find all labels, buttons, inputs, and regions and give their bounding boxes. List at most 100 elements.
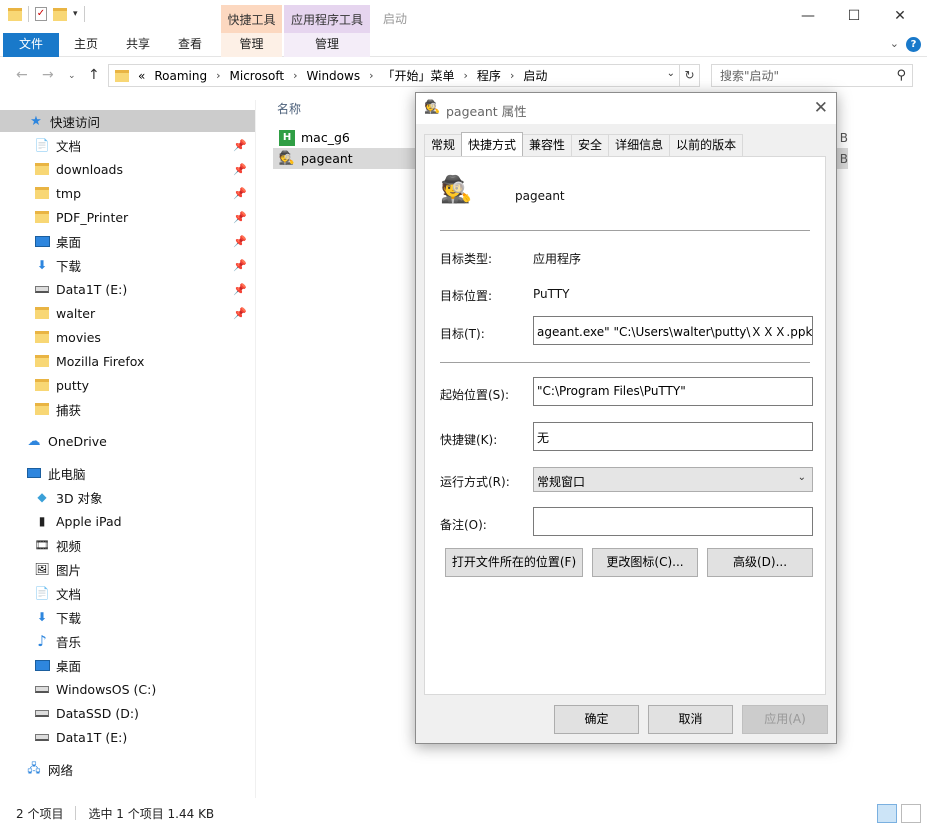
new-folder-icon[interactable] xyxy=(53,7,67,21)
pin-icon[interactable]: 📌 xyxy=(233,139,247,152)
tab-manage-app[interactable]: 管理 xyxy=(284,33,370,57)
collapse-ribbon-icon[interactable]: ⌄ xyxy=(890,37,899,50)
recent-locations-icon[interactable]: ⌄ xyxy=(68,71,76,81)
cancel-button[interactable]: 取消 xyxy=(648,705,733,734)
pin-icon[interactable]: 📌 xyxy=(233,187,247,200)
tab-manage-shortcut[interactable]: 管理 xyxy=(221,33,282,57)
search-icon[interactable]: ⚲ xyxy=(896,68,906,83)
nav-item-pinned[interactable]: ⬇ 下载 📌 xyxy=(34,254,255,276)
pin-icon[interactable]: 📌 xyxy=(233,235,247,248)
tab-share[interactable]: 共享 xyxy=(116,33,160,57)
pin-icon[interactable]: 📌 xyxy=(233,283,247,296)
forward-icon[interactable]: → xyxy=(42,67,54,83)
close-button[interactable]: ✕ xyxy=(877,0,923,32)
dialog-close-icon[interactable]: ✕ xyxy=(814,98,828,118)
maximize-button[interactable]: ☐ xyxy=(831,0,877,32)
breadcrumb-item[interactable]: 启动 xyxy=(523,67,547,84)
apply-button[interactable]: 应用(A) xyxy=(742,705,828,734)
nav-item-pc[interactable]: 桌面 xyxy=(34,654,255,676)
hotkey-field[interactable]: 无 xyxy=(533,422,813,451)
nav-item-pinned[interactable]: 📄 文档 📌 xyxy=(34,134,255,156)
large-icons-view-icon[interactable] xyxy=(901,804,921,823)
nav-item-pinned[interactable]: tmp 📌 xyxy=(34,182,255,204)
tab-shortcut[interactable]: 快捷方式 xyxy=(461,132,524,156)
tab-general[interactable]: 常规 xyxy=(424,134,463,156)
run-select[interactable]: 常规窗口 ⌄ xyxy=(533,467,813,492)
download-icon: ⬇ xyxy=(36,258,48,272)
search-placeholder: 搜索"启动" xyxy=(720,69,780,83)
pin-icon[interactable]: 📌 xyxy=(233,163,247,176)
up-icon[interactable]: ↑ xyxy=(88,67,100,83)
properties-icon[interactable]: ✓ xyxy=(35,7,47,21)
address-dropdown-icon[interactable]: ⌄ xyxy=(667,68,675,79)
tab-file[interactable]: 文件 xyxy=(3,33,59,57)
folder-icon[interactable] xyxy=(8,7,22,21)
customize-toolbar-icon[interactable]: ▾ xyxy=(73,9,78,19)
nav-item-pinned[interactable]: walter 📌 xyxy=(34,302,255,324)
ok-button[interactable]: 确定 xyxy=(554,705,639,734)
nav-item-pinned[interactable]: PDF_Printer 📌 xyxy=(34,206,255,228)
nav-item-pc[interactable]: ◆ 3D 对象 xyxy=(34,486,255,508)
nav-item-pc[interactable]: ⬇ 下载 xyxy=(34,606,255,628)
open-file-location-button[interactable]: 打开文件所在的位置(F) xyxy=(445,548,583,577)
pin-icon[interactable]: 📌 xyxy=(233,259,247,272)
comment-field[interactable] xyxy=(533,507,813,536)
search-input[interactable]: 搜索"启动" ⚲ xyxy=(711,64,913,87)
minimize-button[interactable]: — xyxy=(785,0,831,32)
nav-network[interactable]: 🖧 网络 xyxy=(26,758,73,780)
nav-item-pc[interactable]: ▮ Apple iPad xyxy=(34,510,255,532)
nav-item-pc[interactable]: ♪ 音乐 xyxy=(34,630,255,652)
address-row: ← → ⌄ ↑ « Roaming › Microsoft › Windows … xyxy=(0,57,927,93)
nav-item-pc[interactable]: 📄 文档 xyxy=(34,582,255,604)
breadcrumb-item[interactable]: Roaming xyxy=(154,69,207,83)
nav-item-pc[interactable]: DataSSD (D:) xyxy=(34,702,255,724)
breadcrumb-item[interactable]: 「开始」菜单 xyxy=(383,67,455,84)
breadcrumb-separator-icon[interactable]: › xyxy=(216,69,220,82)
tab-compatibility[interactable]: 兼容性 xyxy=(522,134,573,156)
pin-icon[interactable]: 📌 xyxy=(233,211,247,224)
tab-previous-versions[interactable]: 以前的版本 xyxy=(669,134,744,156)
breadcrumb-separator-icon[interactable]: › xyxy=(464,69,468,82)
nav-item-recent[interactable]: movies xyxy=(34,326,255,348)
breadcrumb-separator-icon[interactable]: › xyxy=(510,69,514,82)
nav-item-pinned[interactable]: 桌面 📌 xyxy=(34,230,255,252)
nav-item-pc[interactable]: Data1T (E:) xyxy=(34,726,255,748)
nav-label: 桌面 xyxy=(56,234,82,250)
change-icon-button[interactable]: 更改图标(C)... xyxy=(592,548,698,577)
nav-item-pc[interactable]: 🖼 图片 xyxy=(34,558,255,580)
nav-item-pinned[interactable]: downloads 📌 xyxy=(34,158,255,180)
column-header-name[interactable]: 名称 xyxy=(277,100,301,117)
comment-label: 备注(O): xyxy=(440,518,487,532)
breadcrumb-overflow[interactable]: « xyxy=(138,69,145,83)
address-bar[interactable]: « Roaming › Microsoft › Windows › 「开始」菜单… xyxy=(108,64,700,87)
tab-details[interactable]: 详细信息 xyxy=(608,134,671,156)
nav-item-recent[interactable]: Mozilla Firefox xyxy=(34,350,255,372)
nav-item-pc[interactable]: WindowsOS (C:) xyxy=(34,678,255,700)
tab-security[interactable]: 安全 xyxy=(571,134,610,156)
nav-item-recent[interactable]: putty xyxy=(34,374,255,396)
breadcrumb-item[interactable]: Windows xyxy=(307,69,361,83)
breadcrumb-item[interactable]: 程序 xyxy=(477,67,501,84)
details-view-icon[interactable] xyxy=(877,804,897,823)
help-icon[interactable]: ? xyxy=(906,37,921,52)
nav-label: 音乐 xyxy=(56,634,82,650)
nav-item-pc[interactable]: 🎞 视频 xyxy=(34,534,255,556)
refresh-icon[interactable]: ↻ xyxy=(679,65,699,86)
start-in-field[interactable]: "C:\Program Files\PuTTY" xyxy=(533,377,813,406)
breadcrumb-item[interactable]: Microsoft xyxy=(230,69,285,83)
tab-view[interactable]: 查看 xyxy=(168,33,212,57)
nav-this-pc[interactable]: 此电脑 xyxy=(26,462,86,484)
nav-onedrive[interactable]: ☁ OneDrive xyxy=(26,430,107,452)
tab-home[interactable]: 主页 xyxy=(64,33,108,57)
nav-label: Apple iPad xyxy=(56,513,122,529)
pin-icon[interactable]: 📌 xyxy=(233,307,247,320)
nav-item-recent[interactable]: 捕获 xyxy=(34,398,255,420)
nav-scrollbar[interactable] xyxy=(255,100,262,798)
back-icon[interactable]: ← xyxy=(16,67,28,83)
nav-item-pinned[interactable]: Data1T (E:) 📌 xyxy=(34,278,255,300)
breadcrumb-separator-icon[interactable]: › xyxy=(293,69,297,82)
breadcrumb-separator-icon[interactable]: › xyxy=(369,69,373,82)
advanced-button[interactable]: 高级(D)... xyxy=(707,548,813,577)
nav-quick-access[interactable]: ★ 快速访问 xyxy=(0,110,255,132)
target-field[interactable]: ageant.exe" "C:\Users\walter\putty\ＸＸＸ.p… xyxy=(533,316,813,345)
